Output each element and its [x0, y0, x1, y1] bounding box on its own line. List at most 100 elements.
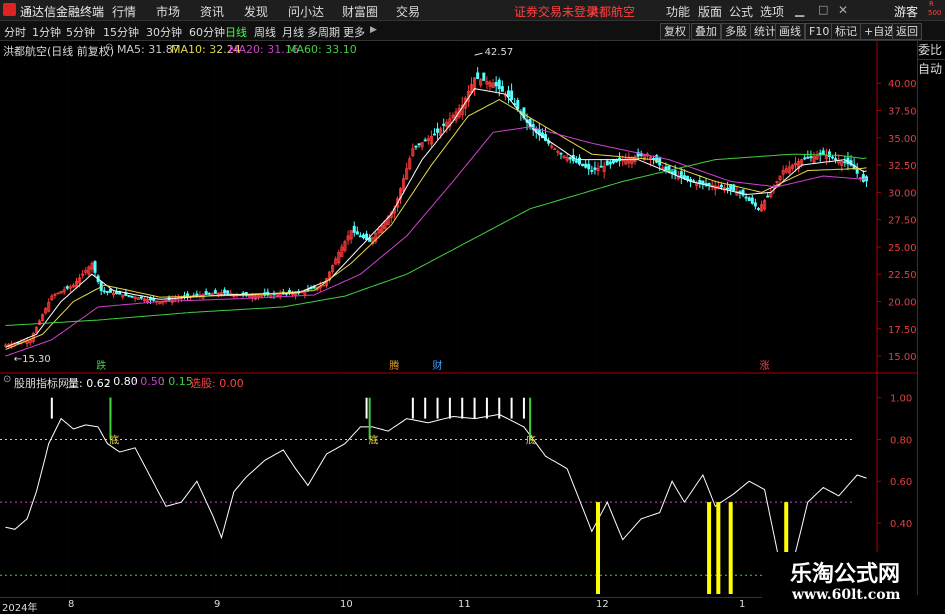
- period-tab[interactable]: 5分钟: [66, 24, 95, 40]
- ma-line-ma5: [6, 89, 867, 348]
- candle-body: [600, 166, 602, 167]
- period-tab[interactable]: 1分钟: [32, 24, 61, 40]
- multi-stock-button[interactable]: 多股: [721, 23, 751, 40]
- candle-body: [581, 164, 583, 165]
- time-axis-label: 8: [68, 599, 74, 610]
- candle-body: [708, 184, 710, 185]
- period-tab[interactable]: 周线: [254, 24, 276, 40]
- event-marker: 跌: [96, 359, 106, 372]
- time-axis-label: 1: [739, 599, 745, 610]
- menu-item-quotes[interactable]: 行情: [112, 3, 136, 20]
- candle-body: [196, 294, 198, 295]
- chevron-right-icon[interactable]: ▶: [370, 25, 377, 35]
- candle-body: [362, 235, 364, 238]
- candle-body: [822, 151, 824, 154]
- candle-body: [560, 153, 562, 154]
- candle-body: [594, 168, 596, 170]
- candle-body: [433, 134, 435, 135]
- period-tab[interactable]: 月线: [282, 24, 304, 40]
- period-tab[interactable]: 15分钟: [103, 24, 139, 40]
- candle-body: [507, 91, 509, 97]
- y-tick-label: 27.50: [888, 216, 917, 227]
- f10-button[interactable]: F10: [805, 23, 833, 40]
- candle-body: [757, 208, 759, 209]
- maximize-icon[interactable]: □: [818, 3, 828, 16]
- candle-body: [609, 162, 611, 164]
- menu-item-wealth[interactable]: 财富圈: [342, 3, 378, 20]
- period-tab-more[interactable]: 更多: [343, 24, 365, 40]
- candle-body: [418, 144, 420, 145]
- sidebar-trade-item[interactable]: 自动: [918, 60, 945, 78]
- candle-body: [511, 91, 513, 100]
- candle-body: [702, 181, 704, 183]
- candle-body: [140, 297, 142, 298]
- draw-line-button[interactable]: 画线: [775, 23, 805, 40]
- period-tab[interactable]: 分时: [4, 24, 26, 40]
- time-axis-label: 9: [214, 599, 220, 610]
- candle-body: [436, 129, 438, 132]
- indicator-panel: 底底底: [0, 398, 867, 594]
- corner-badge-num: 500: [928, 9, 941, 17]
- candle-body: [591, 170, 593, 171]
- bottom-label: 底: [369, 434, 379, 447]
- guest-label[interactable]: 游客: [894, 3, 918, 20]
- candle-body: [443, 124, 445, 125]
- candle-body: [356, 232, 358, 234]
- candle-body: [224, 290, 226, 293]
- minimize-icon[interactable]: ▁: [795, 3, 804, 17]
- menu-item-discover[interactable]: 发现: [244, 3, 268, 20]
- back-button[interactable]: 返回: [892, 23, 922, 40]
- menu-item-trade[interactable]: 交易: [396, 3, 420, 20]
- period-tab-active[interactable]: 日线: [225, 24, 247, 40]
- candle-body: [517, 100, 519, 108]
- mark-button[interactable]: 标记: [831, 23, 861, 40]
- candle-body: [205, 291, 207, 294]
- stock-chart[interactable]: 15.0017.5020.0022.5025.0027.5030.0032.50…: [0, 41, 917, 597]
- event-marker: 财: [433, 359, 443, 372]
- overlay-button[interactable]: 叠加: [691, 23, 721, 40]
- candle-body: [208, 293, 210, 294]
- candle-body: [214, 291, 216, 294]
- candle-body: [66, 287, 68, 289]
- candle-body: [748, 198, 750, 201]
- candle-body: [844, 162, 846, 163]
- period-toolbar: 分时 1分钟 5分钟 15分钟 30分钟 60分钟 日线 周线 月线 多周期 更…: [0, 21, 945, 41]
- period-tab[interactable]: 30分钟: [146, 24, 182, 40]
- menu-item-options[interactable]: 选项: [760, 3, 784, 20]
- app-logo-icon: [3, 3, 16, 16]
- menu-item-ask[interactable]: 问小达: [288, 3, 324, 20]
- menu-item-layout[interactable]: 版面: [698, 3, 722, 20]
- restore-rights-button[interactable]: 复权: [660, 23, 690, 40]
- candle-body: [211, 294, 213, 295]
- candle-body: [674, 171, 676, 175]
- candle-body: [103, 291, 105, 292]
- candle-body: [578, 158, 580, 164]
- y-tick-label: 0.60: [890, 477, 912, 488]
- candle-body: [128, 295, 130, 296]
- menu-item-market[interactable]: 市场: [156, 3, 180, 20]
- candle-body: [810, 157, 812, 158]
- candle-body: [606, 161, 608, 165]
- candle-body: [477, 73, 479, 79]
- period-tab[interactable]: 多周期: [307, 24, 340, 40]
- candle-body: [720, 185, 722, 187]
- menu-item-formula[interactable]: 公式: [729, 3, 753, 20]
- candle-body: [751, 198, 753, 203]
- period-tab[interactable]: 60分钟: [189, 24, 225, 40]
- candle-body: [501, 87, 503, 92]
- menu-item-news[interactable]: 资讯: [200, 3, 224, 20]
- candle-body: [4, 345, 6, 346]
- login-notice[interactable]: 证券交易未登录: [514, 3, 598, 20]
- candle-body: [483, 73, 485, 80]
- candle-body: [116, 292, 118, 294]
- close-icon[interactable]: ✕: [838, 3, 848, 17]
- watermark-title: 乐淘公式网: [790, 556, 900, 588]
- y-tick-label: 15.00: [888, 352, 917, 363]
- ma-line-ma20: [6, 127, 867, 356]
- y-tick-label: 17.50: [888, 325, 917, 336]
- candle-body: [727, 188, 729, 189]
- menu-item-function[interactable]: 功能: [666, 3, 690, 20]
- y-tick-label: 25.00: [888, 243, 917, 254]
- y-tick-label: 30.00: [888, 188, 917, 199]
- candle-body: [745, 197, 747, 198]
